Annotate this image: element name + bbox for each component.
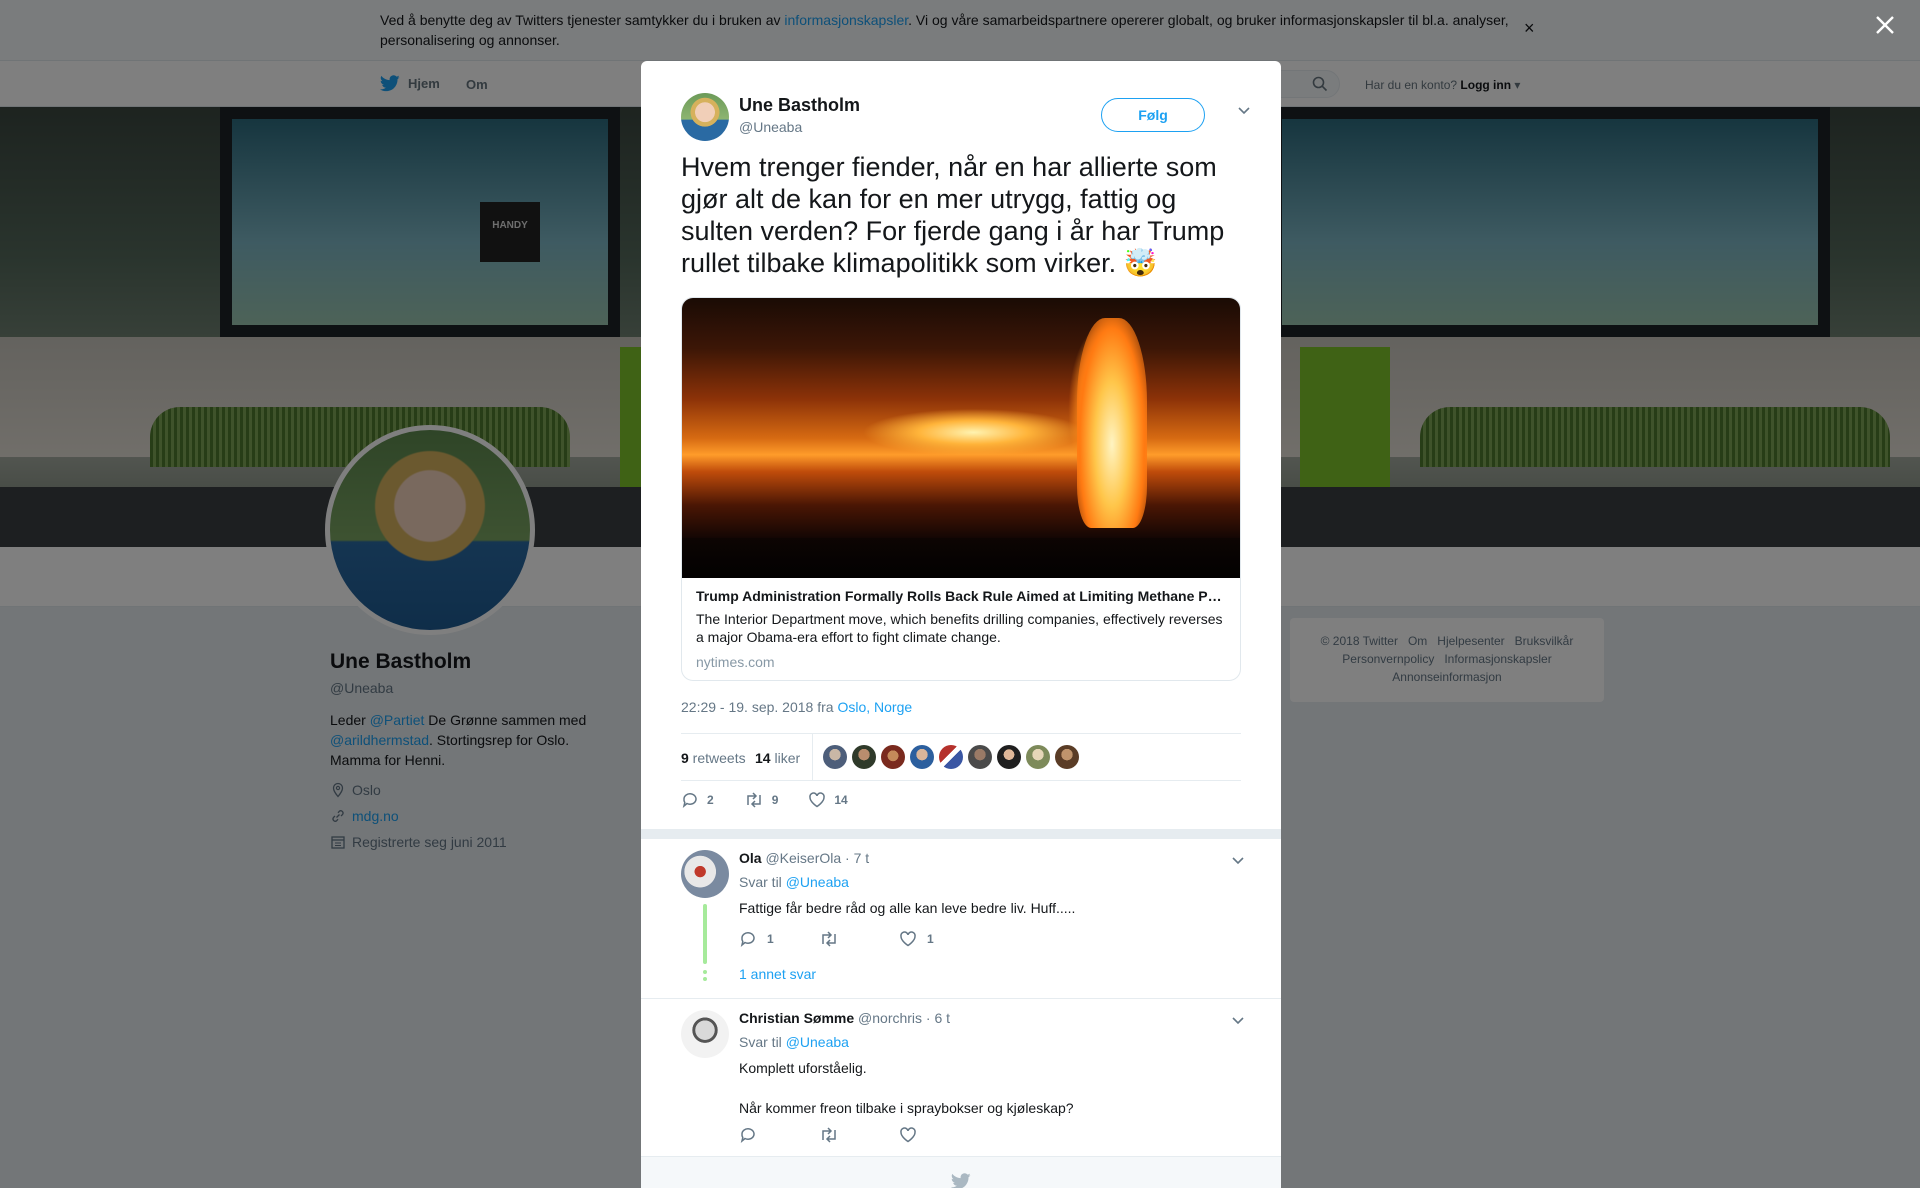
reply-count: 1	[767, 932, 774, 946]
card-description: The Interior Department move, which bene…	[696, 611, 1223, 645]
liker-avatar[interactable]	[823, 745, 847, 769]
liker-avatar[interactable]	[1026, 745, 1050, 769]
heart-icon	[900, 1127, 916, 1143]
reply-text-line: Når kommer freon tilbake i spraybokser o…	[739, 1100, 1074, 1116]
reply-avatar[interactable]	[681, 1010, 729, 1058]
tweet-modal: Une Bastholm @Uneaba Følg Hvem trenger f…	[641, 61, 1281, 1188]
card-image-flame	[1077, 318, 1147, 528]
reply-header: Christian Sømme @norchris · 6 t	[739, 1010, 950, 1026]
reply-button[interactable]	[739, 1126, 819, 1144]
modal-footer	[641, 1156, 1281, 1188]
liker-avatar[interactable]	[881, 745, 905, 769]
retweet-icon	[822, 931, 836, 947]
chevron-down-icon[interactable]	[1231, 856, 1245, 866]
reply-time[interactable]: · 7 t	[841, 850, 869, 866]
reply-author-handle[interactable]: @norchris	[858, 1010, 922, 1026]
tweet-actions: 2 9 14	[681, 791, 878, 809]
close-icon[interactable]	[1872, 12, 1898, 38]
like-button[interactable]: 14	[808, 791, 848, 809]
reply-avatar[interactable]	[681, 850, 729, 898]
like-count: 14	[834, 793, 848, 807]
liker-avatar[interactable]	[939, 745, 963, 769]
tweet-place-link[interactable]: Oslo, Norge	[837, 699, 912, 715]
reply-count: 2	[707, 793, 714, 807]
follow-button[interactable]: Følg	[1101, 98, 1205, 132]
retweet-icon	[746, 792, 761, 808]
like-button[interactable]: 1	[899, 930, 979, 948]
liker-avatars	[823, 745, 1079, 769]
liker-avatar[interactable]	[968, 745, 992, 769]
reply-to-mention[interactable]: @Uneaba	[786, 874, 849, 890]
reply-icon	[740, 1128, 755, 1144]
thread-line	[703, 904, 707, 964]
liker-avatar[interactable]	[997, 745, 1021, 769]
reply-to-line: Svar til @Uneaba	[739, 874, 849, 890]
likes-stat[interactable]: 14 liker	[755, 750, 800, 766]
card-title: Trump Administration Formally Rolls Back…	[696, 588, 1226, 604]
author-handle[interactable]: @Uneaba	[739, 119, 802, 135]
link-card[interactable]: Trump Administration Formally Rolls Back…	[681, 297, 1241, 681]
retweet-count: 9	[771, 793, 779, 807]
reply-button[interactable]: 2	[681, 791, 714, 809]
reply-tweet[interactable]: Christian Sømme @norchris · 6 t Svar til…	[641, 1010, 1281, 1150]
liker-avatar[interactable]	[910, 745, 934, 769]
retweet-icon	[822, 1127, 836, 1143]
reply-to-line: Svar til @Uneaba	[739, 1034, 849, 1050]
reply-author-name[interactable]: Christian Sømme	[739, 1010, 854, 1026]
chevron-down-icon[interactable]	[1231, 1016, 1245, 1026]
reply-icon	[740, 932, 755, 948]
reply-actions: 1 1	[739, 930, 979, 948]
author-name[interactable]: Une Bastholm	[739, 95, 860, 116]
reply-time[interactable]: · 6 t	[922, 1010, 950, 1026]
reply-text-line: Komplett uforståelig.	[739, 1060, 867, 1076]
author-avatar[interactable]	[681, 93, 729, 141]
card-image-ground	[682, 538, 1240, 578]
retweets-stat[interactable]: 9 retweets	[681, 750, 746, 766]
reply-separator	[641, 998, 1281, 999]
like-button[interactable]	[899, 1126, 979, 1144]
like-count: 1	[927, 932, 934, 946]
reply-actions	[739, 1126, 979, 1144]
more-replies-link[interactable]: 1 annet svar	[739, 966, 816, 982]
retweet-button[interactable]: 9	[744, 791, 779, 809]
liker-avatar[interactable]	[852, 745, 876, 769]
replies-divider	[641, 829, 1281, 839]
heart-icon	[900, 931, 916, 947]
card-image	[682, 298, 1240, 578]
thread-dots	[703, 970, 707, 984]
twitter-bird-icon	[951, 1173, 971, 1188]
reply-icon	[682, 793, 697, 809]
reply-author-handle[interactable]: @KeiserOla	[765, 850, 841, 866]
reply-text: Fattige får bedre råd og alle kan leve b…	[739, 900, 1076, 916]
tweet-text: Hvem trenger fiender, når en har alliert…	[681, 152, 1225, 278]
reply-header: Ola @KeiserOla · 7 t	[739, 850, 869, 866]
reply-button[interactable]: 1	[739, 930, 819, 948]
chevron-down-icon[interactable]	[1237, 106, 1251, 116]
heart-icon	[809, 792, 826, 808]
reply-author-name[interactable]: Ola	[739, 850, 762, 866]
tweet-timestamp: 22:29 - 19. sep. 2018 fra Oslo, Norge	[681, 699, 913, 715]
stats-divider	[812, 734, 813, 780]
tweet-header: Une Bastholm @Uneaba Følg	[681, 93, 1251, 143]
card-domain: nytimes.com	[696, 654, 775, 670]
liker-avatar[interactable]	[1055, 745, 1079, 769]
retweet-button[interactable]	[819, 1126, 899, 1144]
reply-to-mention[interactable]: @Uneaba	[786, 1034, 849, 1050]
reply-tweet[interactable]: Ola @KeiserOla · 7 t Svar til @Uneaba Fa…	[641, 850, 1281, 990]
reply-text: Komplett uforståelig. Når kommer freon t…	[739, 1058, 1229, 1118]
tweet-stats: 9 retweets 14 liker	[681, 733, 1241, 781]
retweet-button[interactable]	[819, 930, 899, 948]
